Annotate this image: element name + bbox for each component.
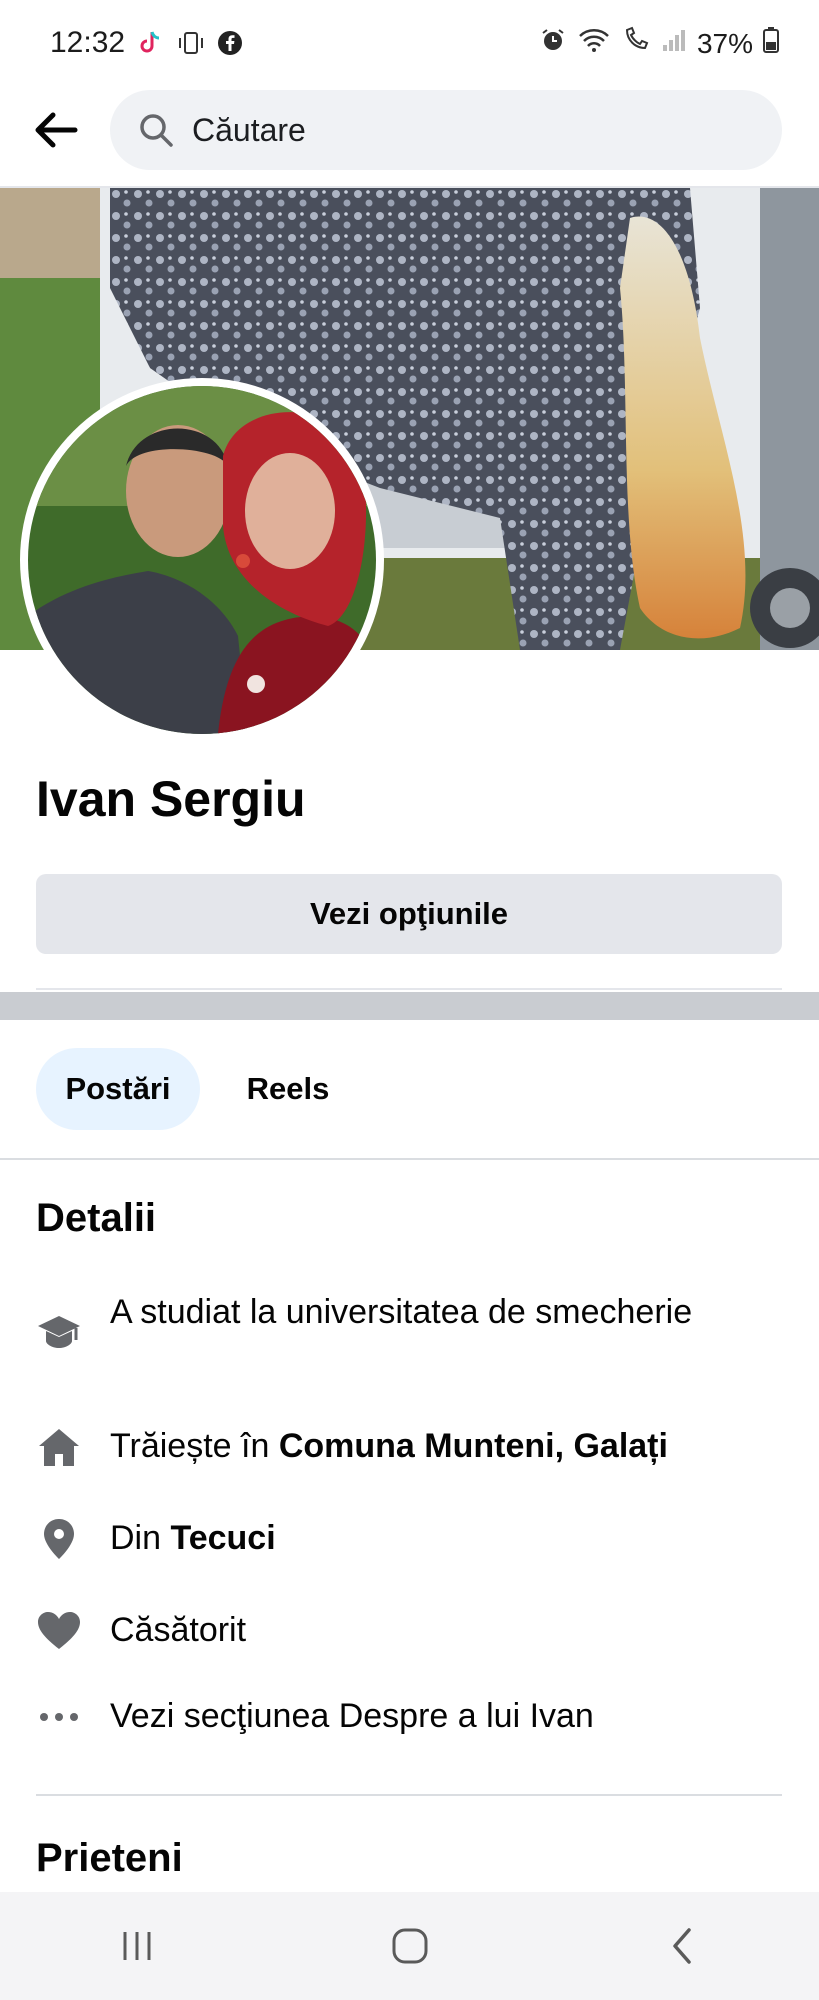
chevron-left-icon	[672, 1928, 691, 1964]
tab-reels[interactable]: Reels	[222, 1048, 354, 1130]
system-nav-bar	[0, 1892, 819, 2000]
search-bar[interactable]	[110, 90, 782, 170]
search-icon	[140, 114, 173, 147]
details-title: Detalii	[36, 1196, 157, 1240]
relationship-text: Căsătorit	[110, 1611, 247, 1649]
avatar-photo	[28, 386, 376, 734]
tiktok-icon	[136, 28, 166, 63]
tab-posts[interactable]: Postări	[36, 1048, 200, 1130]
wifi-call-icon	[621, 26, 651, 61]
from-prefix: Din	[110, 1519, 171, 1557]
recent-apps-button[interactable]	[77, 1906, 197, 1986]
home-circle-icon	[392, 1928, 427, 1964]
more-dots-icon	[36, 1694, 82, 1740]
detail-education: A studiat la universitatea de smecherie	[36, 1290, 786, 1354]
profile-name: Ivan Sergiu	[36, 771, 306, 827]
search-input[interactable]	[190, 110, 754, 150]
section-separator	[0, 992, 819, 1020]
system-back-button[interactable]	[623, 1906, 743, 1986]
friends-title: Prieteni	[36, 1836, 183, 1880]
battery-icon	[763, 26, 779, 61]
home-icon	[36, 1424, 82, 1470]
status-time: 12:32	[50, 26, 126, 59]
profile-avatar[interactable]	[20, 378, 384, 742]
signal-icon	[661, 27, 687, 60]
detail-hometown: Din Tecuci	[36, 1516, 786, 1562]
back-button[interactable]	[28, 102, 84, 158]
graduation-cap-icon	[36, 1308, 82, 1354]
vibrate-icon	[176, 28, 206, 63]
tabs-divider	[0, 1158, 819, 1160]
divider	[36, 988, 782, 990]
recent-apps-icon	[123, 1932, 150, 1960]
details-divider	[36, 1794, 782, 1796]
detail-about-link[interactable]: Vezi secţiunea Despre a lui Ivan	[36, 1694, 786, 1740]
home-button[interactable]	[350, 1906, 470, 1986]
alarm-icon	[539, 26, 567, 61]
see-options-button[interactable]: Vezi opţiunile	[36, 874, 782, 954]
wifi-icon	[577, 26, 611, 61]
education-text: A studiat la universitatea de smecherie	[110, 1293, 693, 1331]
arrow-left-icon	[35, 112, 78, 148]
lives-prefix: Trăiește în	[110, 1427, 279, 1465]
battery-level: 37%	[696, 27, 753, 59]
current-city-link[interactable]: Comuna Munteni, Galați	[279, 1427, 668, 1465]
detail-current-city: Trăiește în Comuna Munteni, Galați	[36, 1424, 786, 1470]
status-bar: 12:32 37%	[0, 0, 819, 88]
location-pin-icon	[36, 1516, 82, 1562]
facebook-icon	[216, 29, 244, 62]
detail-relationship: Căsătorit	[36, 1608, 786, 1654]
heart-icon	[36, 1608, 82, 1654]
hometown-link[interactable]: Tecuci	[170, 1519, 275, 1557]
about-link-text[interactable]: Vezi secţiunea Despre a lui Ivan	[110, 1694, 594, 1738]
